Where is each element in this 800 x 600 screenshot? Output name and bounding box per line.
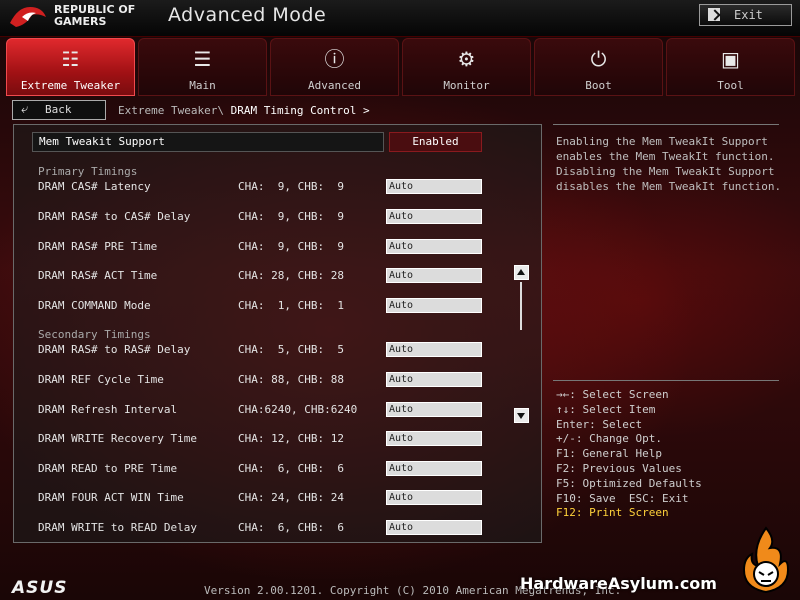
back-button[interactable]: ⤶ Back	[12, 100, 106, 120]
breadcrumb: Extreme Tweaker\ DRAM Timing Control >	[118, 104, 370, 117]
advanced-info-icon: ⓘ	[324, 47, 345, 71]
setting-label: DRAM Refresh Interval	[38, 403, 178, 416]
back-label: Back	[45, 103, 72, 116]
toolbox-icon: ▣	[721, 47, 740, 71]
scroll-down-icon[interactable]	[514, 408, 529, 423]
exit-label: Exit	[734, 8, 763, 22]
tab-main[interactable]: ☰ Main	[138, 38, 267, 96]
setting-label: DRAM RAS# ACT Time	[38, 269, 158, 282]
tab-label: Boot	[585, 79, 612, 92]
rog-logo-icon	[10, 7, 46, 27]
tab-bar: ☷ Extreme Tweaker ☰ Main ⓘ Advanced ⚙ Mo…	[0, 38, 800, 96]
asus-logo: ASUS	[12, 578, 68, 598]
setting-label: DRAM RAS# PRE Time	[38, 240, 158, 253]
help-divider	[553, 380, 779, 381]
key-hint-print-screen: F12: Print Screen	[556, 506, 669, 520]
tab-label: Tool	[717, 79, 744, 92]
setting-value: CHA: 9, CHB: 9	[238, 240, 344, 253]
page-title: Advanced Mode	[168, 4, 327, 26]
tab-extreme-tweaker[interactable]: ☷ Extreme Tweaker	[6, 38, 135, 96]
main-list-icon: ☰	[193, 47, 212, 71]
setting-field[interactable]: Auto	[386, 520, 482, 535]
brand-text: REPUBLIC OF GAMERS	[54, 4, 135, 28]
key-hint: F2: Previous Values	[556, 461, 682, 475]
mem-tweakit-label: Mem Tweakit Support	[39, 135, 165, 148]
setting-field[interactable]: Auto	[386, 268, 482, 283]
setting-value: CHA: 5, CHB: 5	[238, 343, 344, 356]
top-bar: REPUBLIC OF GAMERS Advanced Mode Exit	[0, 0, 800, 37]
setting-field[interactable]: Auto	[386, 402, 482, 417]
tab-label: Main	[189, 79, 216, 92]
setting-field[interactable]: Auto	[386, 431, 482, 446]
primary-timings-heading: Primary Timings	[38, 165, 138, 178]
setting-value: CHA:6240, CHB:6240	[238, 403, 358, 416]
key-hint: F5: Optimized Defaults	[556, 476, 702, 490]
tab-boot[interactable]: ⏻ Boot	[534, 38, 663, 96]
brand-line2: GAMERS	[54, 15, 107, 28]
watermark-logo-icon	[742, 526, 790, 594]
watermark-text: HardwareAsylum.com	[520, 574, 717, 593]
power-icon: ⏻	[590, 47, 607, 71]
key-legend: →←: Select Screen ↑↓: Select Item Enter:…	[556, 388, 702, 521]
tab-label: Extreme Tweaker	[20, 79, 121, 92]
setting-label: DRAM FOUR ACT WIN Time	[38, 491, 184, 504]
setting-label: DRAM RAS# to CAS# Delay	[38, 210, 191, 223]
setting-value: CHA: 12, CHB: 12	[238, 432, 344, 445]
help-description: Enabling the Mem TweakIt Support enables…	[556, 135, 782, 193]
setting-value: CHA: 9, CHB: 9	[238, 180, 344, 193]
key-hint: F1: General Help	[556, 447, 662, 461]
setting-field[interactable]: Auto	[386, 209, 482, 224]
setting-field[interactable]: Auto	[386, 298, 482, 313]
setting-field[interactable]: Auto	[386, 372, 482, 387]
settings-panel: Mem Tweakit Support Enabled Primary Timi…	[13, 124, 542, 543]
setting-field[interactable]: Auto	[386, 179, 482, 194]
help-divider-top	[553, 124, 779, 125]
setting-field[interactable]: Auto	[386, 239, 482, 254]
setting-field[interactable]: Auto	[386, 342, 482, 357]
scroll-thumb[interactable]	[520, 282, 522, 330]
setting-label: DRAM WRITE Recovery Time	[38, 432, 197, 445]
extreme-tweaker-icon: ☷	[61, 47, 80, 71]
exit-button[interactable]: Exit	[699, 4, 792, 26]
tab-tool[interactable]: ▣ Tool	[666, 38, 795, 96]
setting-label: DRAM REF Cycle Time	[38, 373, 164, 386]
setting-label: DRAM CAS# Latency	[38, 180, 151, 193]
scrollbar[interactable]	[514, 265, 529, 423]
setting-value: CHA: 1, CHB: 1	[238, 299, 344, 312]
setting-value: CHA: 28, CHB: 28	[238, 269, 344, 282]
key-hint: ↑↓: Select Item	[556, 402, 656, 416]
scroll-up-icon[interactable]	[514, 265, 529, 280]
tab-monitor[interactable]: ⚙ Monitor	[402, 38, 531, 96]
breadcrumb-current: DRAM Timing Control >	[230, 104, 370, 117]
secondary-timings-heading: Secondary Timings	[38, 328, 151, 341]
key-hint: F10: Save ESC: Exit	[556, 491, 689, 505]
setting-value: CHA: 24, CHB: 24	[238, 491, 344, 504]
key-hint: →←: Select Screen	[556, 388, 669, 401]
mem-tweakit-value[interactable]: Enabled	[389, 132, 482, 152]
setting-label: DRAM RAS# to RAS# Delay	[38, 343, 191, 356]
tab-advanced[interactable]: ⓘ Advanced	[270, 38, 399, 96]
setting-label: DRAM COMMAND Mode	[38, 299, 151, 312]
setting-value: CHA: 9, CHB: 9	[238, 210, 344, 223]
setting-field[interactable]: Auto	[386, 490, 482, 505]
tab-label: Monitor	[443, 79, 490, 92]
setting-label: DRAM READ to PRE Time	[38, 462, 178, 475]
setting-field[interactable]: Auto	[386, 461, 482, 476]
tab-label: Advanced	[308, 79, 361, 92]
exit-icon	[708, 8, 720, 21]
key-hint: +/-: Change Opt.	[556, 432, 662, 446]
back-arrow-icon: ⤶	[21, 102, 29, 117]
setting-label: DRAM WRITE to READ Delay	[38, 521, 197, 534]
monitor-gauge-icon: ⚙	[457, 47, 476, 71]
mem-tweakit-row[interactable]: Mem Tweakit Support	[32, 132, 384, 152]
breadcrumb-parent[interactable]: Extreme Tweaker\	[118, 104, 224, 117]
key-hint: Enter: Select	[556, 417, 643, 431]
setting-value: CHA: 6, CHB: 6	[238, 521, 344, 534]
setting-value: CHA: 88, CHB: 88	[238, 373, 344, 386]
setting-value: CHA: 6, CHB: 6	[238, 462, 344, 475]
